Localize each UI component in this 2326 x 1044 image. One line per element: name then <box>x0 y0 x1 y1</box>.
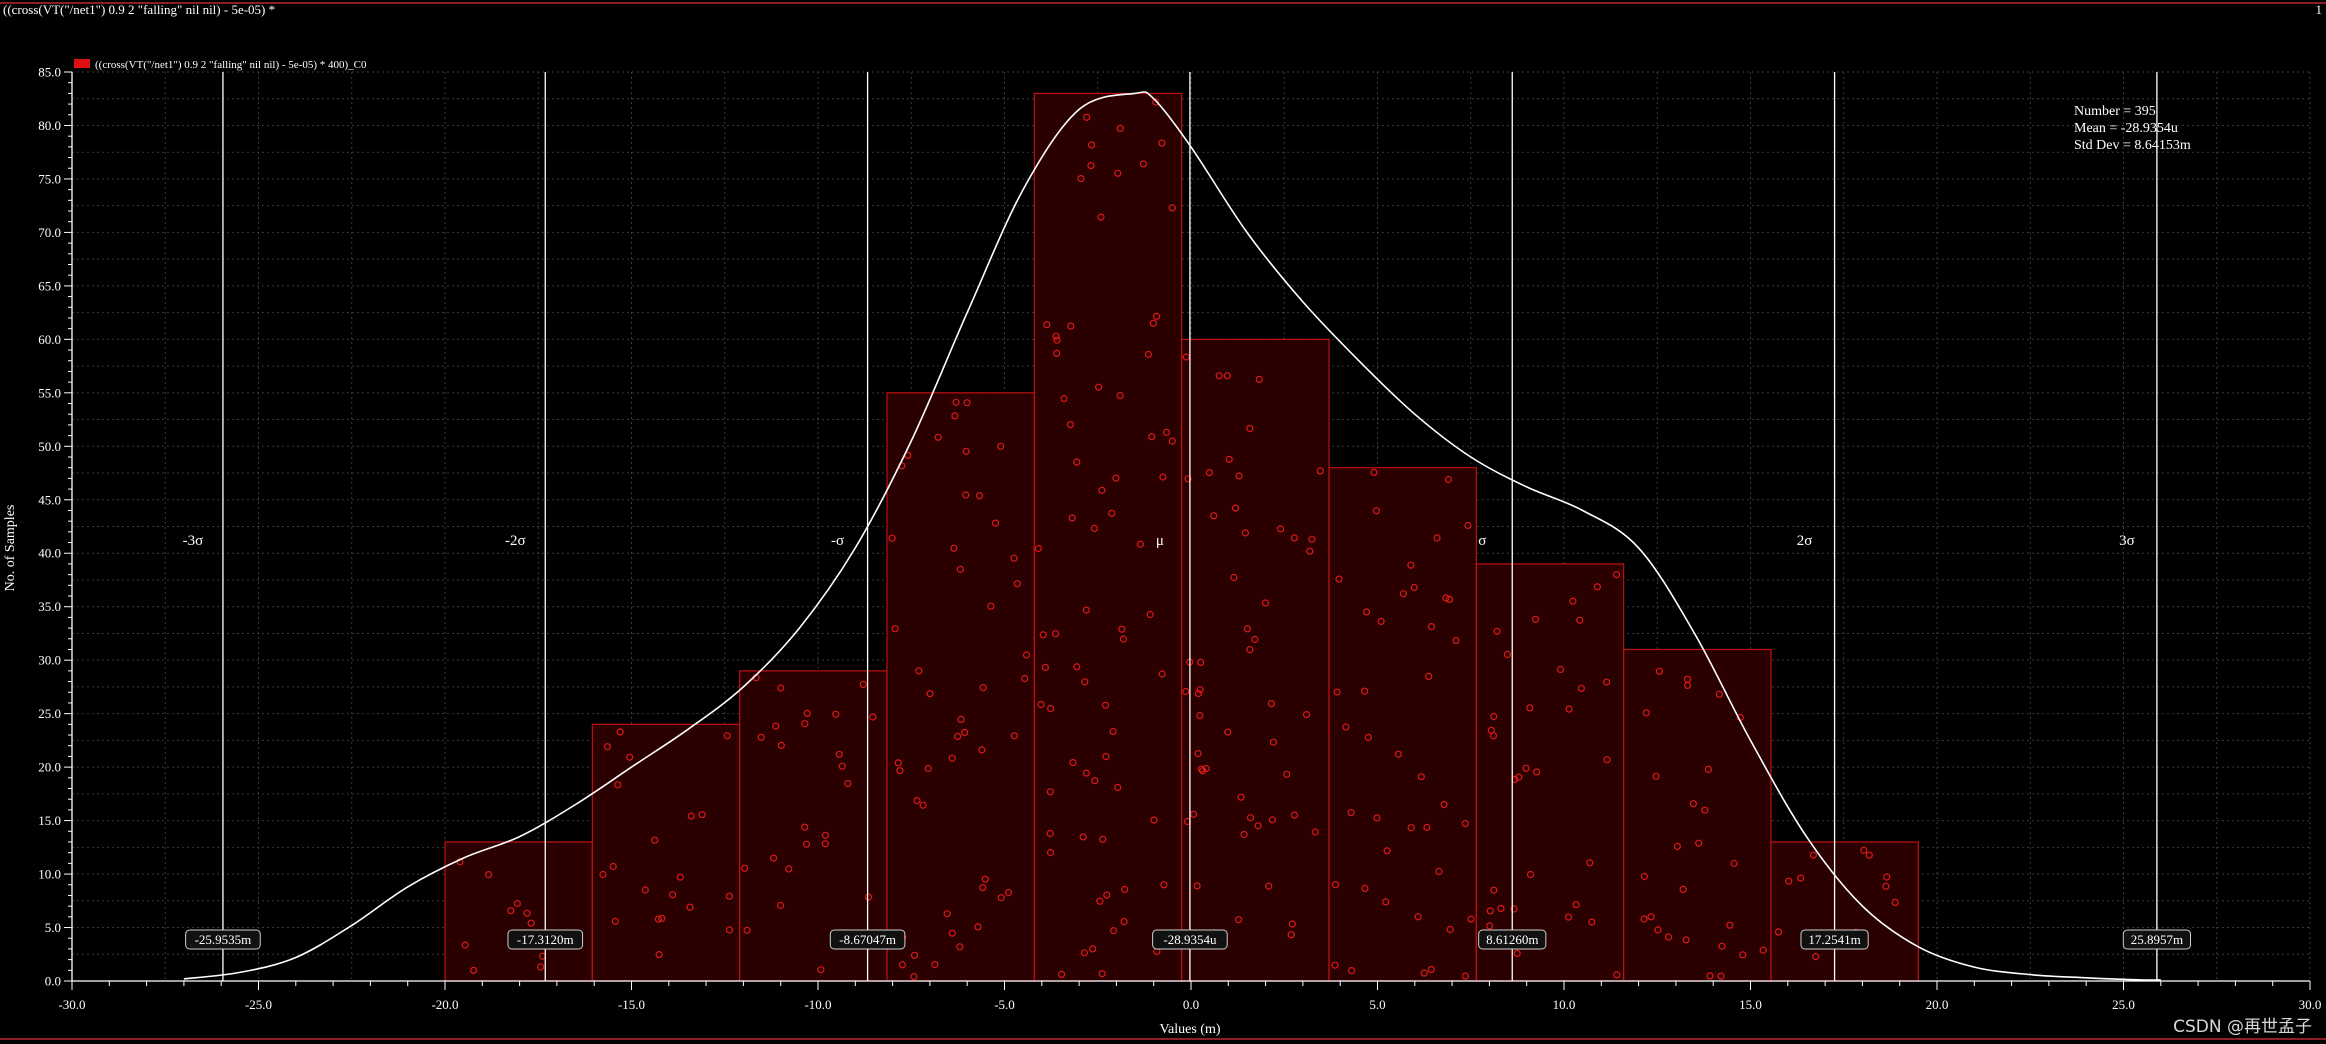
histogram-bar <box>1770 841 1919 982</box>
sigma-symbol-label: -2σ <box>505 533 526 549</box>
sigma-symbol-label: μ <box>1156 533 1164 549</box>
x-tick-label: 15.0 <box>1739 997 1762 1012</box>
histogram-bar <box>1328 467 1477 982</box>
y-tick-label: 35.0 <box>38 599 61 614</box>
y-tick-label: 20.0 <box>38 760 61 775</box>
x-tick-label: 30.0 <box>2299 997 2322 1012</box>
y-tick-label: 0.0 <box>45 974 61 989</box>
y-tick-label: 70.0 <box>38 225 61 240</box>
x-tick-label: 25.0 <box>2112 997 2135 1012</box>
x-tick-label: -15.0 <box>618 997 645 1012</box>
sigma-value-label: -28.9354u <box>1163 932 1217 947</box>
histogram-bar <box>886 392 1035 982</box>
sigma-value-label: -17.3120m <box>517 932 574 947</box>
y-tick-label: 85.0 <box>38 65 61 80</box>
y-tick-label: 55.0 <box>38 385 61 400</box>
x-tick-label: -25.0 <box>245 997 272 1012</box>
y-tick-label: 40.0 <box>38 546 61 561</box>
stat-number: Number = 395 <box>2074 104 2156 119</box>
sigma-symbol-label: 3σ <box>2119 533 2135 549</box>
y-tick-label: 80.0 <box>38 118 61 133</box>
histogram-bar <box>444 841 593 982</box>
sigma-value-label: 17.2541m <box>1808 932 1860 947</box>
y-tick-label: 15.0 <box>38 813 61 828</box>
sigma-value-label: -25.9535m <box>195 932 252 947</box>
stat-std-dev: Std Dev = 8.64153m <box>2074 138 2191 153</box>
legend-swatch <box>74 59 90 68</box>
x-tick-label: 5.0 <box>1369 997 1385 1012</box>
y-tick-label: 45.0 <box>38 492 61 507</box>
sigma-value-label: -8.67047m <box>839 932 896 947</box>
stats-box: Number = 395 Mean = -28.9354u Std Dev = … <box>2074 104 2191 153</box>
histogram-chart: -3σ -25.9535m -2σ -17.3120m -σ -8.67047m μ -28.… <box>3 59 2322 1037</box>
x-tick-label: -5.0 <box>994 997 1015 1012</box>
sigma-value-label: 8.61260m <box>1486 932 1538 947</box>
histogram-bar <box>1181 338 1330 982</box>
x-tick-label: -20.0 <box>431 997 458 1012</box>
x-tick-label: 0.0 <box>1183 997 1199 1012</box>
y-tick-label: 50.0 <box>38 439 61 454</box>
sigma-symbol-label: -σ <box>831 533 844 549</box>
legend[interactable]: ((cross(VT("/net1") 0.9 2 "falling" nil … <box>74 59 367 71</box>
x-axis-label: Values (m) <box>1159 1022 1220 1037</box>
sigma-symbol-label: 2σ <box>1797 533 1813 549</box>
histogram-bar <box>1623 648 1772 982</box>
bars <box>444 92 1919 982</box>
x-tick-label: -30.0 <box>58 997 85 1012</box>
histogram-bar <box>591 723 741 982</box>
legend-label: ((cross(VT("/net1") 0.9 2 "falling" nil … <box>95 59 367 71</box>
sigma-value-label: 25.8957m <box>2131 932 2183 947</box>
x-tick-label: -10.0 <box>804 997 831 1012</box>
y-tick-label: 65.0 <box>38 278 61 293</box>
y-tick-label: 60.0 <box>38 332 61 347</box>
y-tick-label: 75.0 <box>38 171 61 186</box>
y-tick-label: 5.0 <box>45 920 61 935</box>
x-tick-label: 20.0 <box>1926 997 1949 1012</box>
frame-bottom-rule <box>0 1038 2326 1040</box>
watermark: CSDN @再世孟子 <box>2173 1017 2312 1037</box>
y-tick-label: 10.0 <box>38 867 61 882</box>
y-tick-label: 25.0 <box>38 706 61 721</box>
stat-mean: Mean = -28.9354u <box>2074 121 2178 136</box>
x-tick-label: 10.0 <box>1553 997 1576 1012</box>
histogram-bar <box>1475 563 1625 982</box>
y-axis-label: No. of Samples <box>3 505 18 592</box>
sigma-symbol-label: σ <box>1478 533 1486 549</box>
y-tick-label: 30.0 <box>38 653 61 668</box>
sigma-symbol-label: -3σ <box>183 533 204 549</box>
